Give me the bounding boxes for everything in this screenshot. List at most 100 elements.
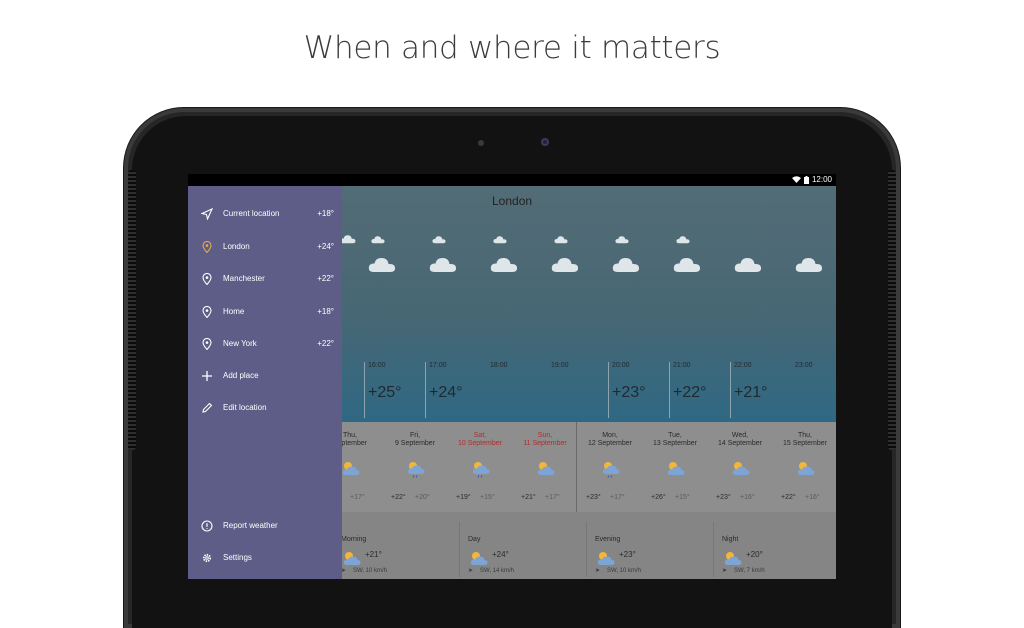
hourly-divider [669,362,670,418]
day-forecast[interactable]: Fri, 9 September +22° +20° [383,422,447,512]
day-forecast[interactable]: Sun, 11 September +21° +17° [513,422,577,512]
hourly-time: 18:00 [490,362,508,369]
location-pin-icon [202,240,212,253]
wind-direction-icon: ➤ [595,568,601,574]
tablet-screen: 12:00 London 16:00 +25° 17:00 +24° 18:00 19:0… [188,174,836,579]
hourly-time: 20:00 [612,362,630,369]
drawer-place-temp: +18° [317,209,334,218]
sun-rain-icon [600,460,620,478]
tablet-sensor [478,140,484,146]
day-high-temp: +21° [521,494,536,501]
cloud-icon [490,256,518,278]
day-part-temp: +21° [365,550,382,559]
day-part-temp: +24° [492,550,509,559]
day-low-temp: +15° [675,494,690,501]
pencil-icon [202,402,213,413]
cloud-icon [429,256,457,278]
location-pin-icon [202,305,212,318]
add-place-button[interactable]: Add place [188,362,342,390]
hourly-temp: +25° [368,384,402,401]
day-part-name: Evening [595,536,621,543]
drawer-place-item[interactable]: Manchester +22° [188,265,342,293]
tablet-camera [541,138,549,146]
location-pin-icon [202,273,212,285]
hourly-divider [364,362,365,418]
day-part-wind: SW, 14 km/h [480,568,515,574]
day-label: Mon, 12 September [588,432,632,447]
edit-location-button[interactable]: Edit location [188,394,342,422]
partly-cloudy-icon [730,460,750,476]
day-low-temp: +17° [545,494,560,501]
hourly-divider [730,362,731,418]
day-part-name: Day [468,536,481,543]
partly-cloudy-icon [340,460,360,476]
add-place-label: Add place [223,371,259,380]
small-cloud-icon [340,231,356,249]
day-low-temp: +15° [480,494,495,501]
wind-direction-icon: ➤ [468,568,474,574]
cloud-icon [673,256,701,278]
location-pin-icon [202,338,212,350]
small-cloud-icon [371,231,385,249]
partly-cloudy-icon [341,550,361,565]
day-low-temp: +16° [740,494,755,501]
plus-icon [202,371,212,381]
drawer-place-item[interactable]: London +24° [188,233,342,261]
drawer-place-label: London [223,241,250,251]
day-high-temp: +22° [781,494,796,501]
hourly-temp: +24° [429,384,463,401]
drawer-place-item[interactable]: New York +22° [188,330,342,358]
small-cloud-icon [615,231,629,249]
day-forecast[interactable]: Tue, 13 September +26° +15° [643,422,707,512]
day-part-item: Day +24° ➤ SW, 14 km/h [459,522,580,577]
partly-cloudy-icon [595,550,615,565]
day-part-wind: SW, 10 km/h [353,568,388,574]
hourly-time: 21:00 [673,362,691,369]
gear-icon [202,553,212,563]
day-forecast[interactable]: Wed, 14 September +23° +16° [708,422,772,512]
day-label: Fri, 9 September [394,432,436,447]
day-high-temp: +23° [586,494,601,501]
report-weather-button[interactable]: Report weather [188,512,342,540]
cloud-icon [368,256,396,278]
hourly-temp: +23° [612,384,646,401]
drawer-place-item[interactable]: Current location +18° [188,200,342,228]
hourly-time: 16:00 [368,362,386,369]
day-high-temp: +23° [716,494,731,501]
day-label: Sat, 10 September [458,432,502,447]
day-forecast[interactable]: Thu, 15 September +22° +16° [773,422,836,512]
hourly-time: 19:00 [551,362,569,369]
day-forecast[interactable]: Mon, 12 September +23° +17° [578,422,642,512]
hourly-time: 17:00 [429,362,447,369]
info-icon [201,520,213,532]
hourly-temp: +21° [734,384,768,401]
day-part-temp: +20° [746,550,763,559]
day-forecast[interactable]: Sat, 10 September +19° +15° [448,422,512,512]
day-high-temp: +22° [391,494,406,501]
settings-button[interactable]: Settings [188,544,342,572]
drawer-place-temp: +24° [317,241,334,251]
small-cloud-icon [493,231,507,249]
settings-label: Settings [223,553,252,562]
day-part-wind: SW, 7 km/h [734,568,765,574]
hourly-divider [608,362,609,418]
drawer-place-label: New York [223,339,257,348]
small-cloud-icon [676,231,690,249]
battery-icon [803,175,809,184]
drawer-place-item[interactable]: Home +18° [188,298,342,326]
city-title: London [492,194,533,208]
drawer-place-temp: +18° [317,306,334,316]
edit-location-label: Edit location [223,403,267,412]
cloud-icon [795,256,823,278]
partly-cloudy-icon [468,550,488,565]
hourly-time: 23:00 [795,362,813,369]
small-cloud-icon [554,231,568,249]
hourly-divider [425,362,426,418]
cloud-icon [612,256,640,278]
day-low-temp: +17° [350,494,365,501]
sun-rain-icon [405,460,425,478]
right-speaker-grille [888,170,896,450]
wind-direction-icon: ➤ [722,568,728,574]
drawer-place-label: Home [223,306,245,316]
day-part-item: Evening +23° ➤ SW, 10 km/h [586,522,707,577]
